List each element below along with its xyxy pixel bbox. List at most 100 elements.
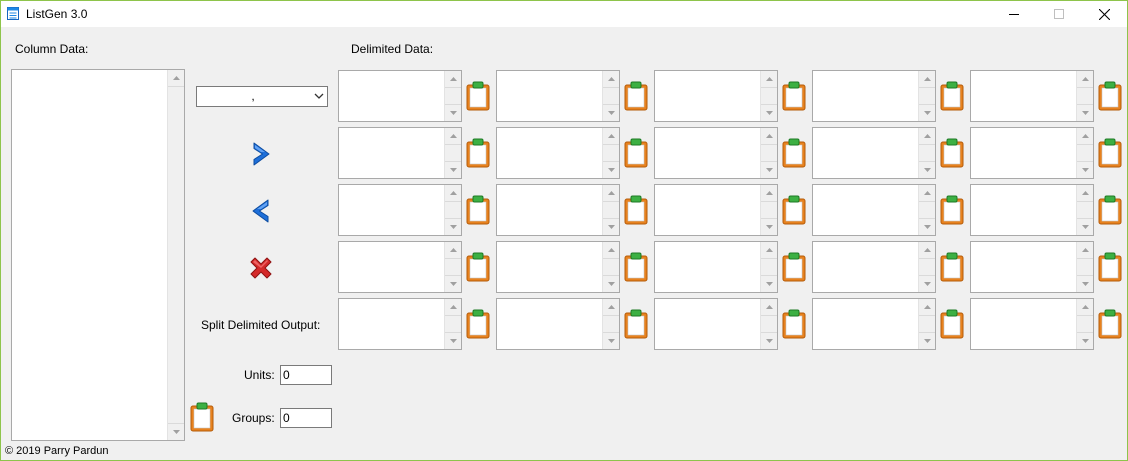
clipboard-icon[interactable] <box>940 309 964 339</box>
scroll-up-button[interactable] <box>603 242 619 259</box>
delimited-scrollbar[interactable] <box>444 299 461 349</box>
delimited-scrollbar[interactable] <box>444 185 461 235</box>
delimited-textarea[interactable] <box>496 70 620 122</box>
scroll-up-button[interactable] <box>919 128 935 145</box>
delimited-textarea[interactable] <box>654 70 778 122</box>
column-data-scrollbar[interactable] <box>167 70 184 440</box>
scroll-up-button[interactable] <box>919 185 935 202</box>
delimited-scrollbar[interactable] <box>1076 185 1093 235</box>
scroll-up-button[interactable] <box>445 242 461 259</box>
clipboard-icon[interactable] <box>782 309 806 339</box>
clipboard-icon[interactable] <box>1098 81 1122 111</box>
delimited-textarea[interactable] <box>338 70 462 122</box>
scroll-down-button[interactable] <box>445 275 461 292</box>
delimited-scrollbar[interactable] <box>918 71 935 121</box>
scroll-down-button[interactable] <box>919 161 935 178</box>
scroll-down-button[interactable] <box>603 161 619 178</box>
clipboard-icon[interactable] <box>940 81 964 111</box>
convert-to-column-button[interactable] <box>247 197 275 225</box>
scroll-down-button[interactable] <box>919 275 935 292</box>
delimited-scrollbar[interactable] <box>760 242 777 292</box>
scroll-up-button[interactable] <box>761 128 777 145</box>
scroll-up-button[interactable] <box>1077 185 1093 202</box>
delimited-scrollbar[interactable] <box>760 185 777 235</box>
scroll-down-button[interactable] <box>1077 218 1093 235</box>
scroll-up-button[interactable] <box>919 71 935 88</box>
clear-button[interactable] <box>247 254 275 282</box>
scroll-down-button[interactable] <box>445 161 461 178</box>
convert-to-delimited-button[interactable] <box>247 140 275 168</box>
scroll-up-button[interactable] <box>761 299 777 316</box>
scroll-down-button[interactable] <box>919 218 935 235</box>
scroll-down-button[interactable] <box>168 423 184 440</box>
delimited-scrollbar[interactable] <box>918 185 935 235</box>
scroll-down-button[interactable] <box>1077 275 1093 292</box>
delimited-textarea[interactable] <box>812 127 936 179</box>
units-input[interactable] <box>280 365 332 385</box>
delimited-scrollbar[interactable] <box>602 242 619 292</box>
clipboard-icon[interactable] <box>782 252 806 282</box>
clipboard-icon[interactable] <box>190 402 214 432</box>
clipboard-icon[interactable] <box>466 138 490 168</box>
clipboard-icon[interactable] <box>782 81 806 111</box>
delimited-scrollbar[interactable] <box>602 185 619 235</box>
delimited-scrollbar[interactable] <box>602 71 619 121</box>
clipboard-icon[interactable] <box>1098 309 1122 339</box>
clipboard-icon[interactable] <box>940 138 964 168</box>
scroll-down-button[interactable] <box>603 218 619 235</box>
scroll-down-button[interactable] <box>603 104 619 121</box>
delimited-scrollbar[interactable] <box>760 71 777 121</box>
title-bar[interactable]: ListGen 3.0 <box>1 1 1127 27</box>
delimited-textarea[interactable] <box>496 298 620 350</box>
delimited-textarea[interactable] <box>338 184 462 236</box>
scroll-down-button[interactable] <box>1077 332 1093 349</box>
scroll-down-button[interactable] <box>761 161 777 178</box>
clipboard-icon[interactable] <box>1098 252 1122 282</box>
delimited-textarea[interactable] <box>654 184 778 236</box>
delimited-textarea[interactable] <box>970 298 1094 350</box>
delimited-textarea[interactable] <box>338 298 462 350</box>
scroll-up-button[interactable] <box>603 128 619 145</box>
clipboard-icon[interactable] <box>782 195 806 225</box>
delimited-scrollbar[interactable] <box>444 128 461 178</box>
delimited-scrollbar[interactable] <box>1076 71 1093 121</box>
scroll-down-button[interactable] <box>761 218 777 235</box>
scroll-up-button[interactable] <box>1077 128 1093 145</box>
delimited-textarea[interactable] <box>654 298 778 350</box>
scroll-up-button[interactable] <box>919 242 935 259</box>
clipboard-icon[interactable] <box>624 309 648 339</box>
delimited-textarea[interactable] <box>812 70 936 122</box>
clipboard-icon[interactable] <box>466 195 490 225</box>
clipboard-icon[interactable] <box>940 252 964 282</box>
delimited-scrollbar[interactable] <box>1076 299 1093 349</box>
delimited-scrollbar[interactable] <box>1076 128 1093 178</box>
delimited-scrollbar[interactable] <box>918 242 935 292</box>
clipboard-icon[interactable] <box>782 138 806 168</box>
scroll-up-button[interactable] <box>919 299 935 316</box>
close-button[interactable] <box>1081 1 1127 27</box>
clipboard-icon[interactable] <box>466 81 490 111</box>
clipboard-icon[interactable] <box>1098 138 1122 168</box>
delimited-scrollbar[interactable] <box>918 128 935 178</box>
clipboard-icon[interactable] <box>466 309 490 339</box>
delimited-textarea[interactable] <box>654 241 778 293</box>
scroll-up-button[interactable] <box>1077 71 1093 88</box>
delimited-scrollbar[interactable] <box>760 299 777 349</box>
scroll-down-button[interactable] <box>761 104 777 121</box>
scroll-up-button[interactable] <box>761 242 777 259</box>
delimited-textarea[interactable] <box>970 241 1094 293</box>
scroll-up-button[interactable] <box>1077 299 1093 316</box>
clipboard-icon[interactable] <box>624 252 648 282</box>
scroll-up-button[interactable] <box>445 185 461 202</box>
delimited-textarea[interactable] <box>338 127 462 179</box>
scroll-down-button[interactable] <box>603 275 619 292</box>
delimited-textarea[interactable] <box>338 241 462 293</box>
delimited-scrollbar[interactable] <box>602 299 619 349</box>
delimited-textarea[interactable] <box>970 70 1094 122</box>
delimited-textarea[interactable] <box>654 127 778 179</box>
groups-input[interactable] <box>280 408 332 428</box>
scroll-down-button[interactable] <box>1077 104 1093 121</box>
clipboard-icon[interactable] <box>624 138 648 168</box>
scroll-up-button[interactable] <box>445 299 461 316</box>
minimize-button[interactable] <box>991 1 1037 27</box>
